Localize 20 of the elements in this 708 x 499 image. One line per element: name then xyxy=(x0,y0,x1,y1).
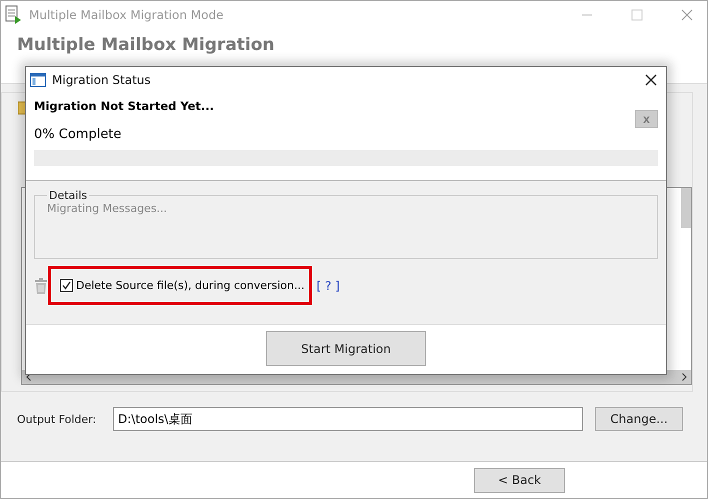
trash-icon xyxy=(35,278,47,294)
change-button[interactable]: Change... xyxy=(595,407,683,431)
start-migration-button[interactable]: Start Migration xyxy=(266,331,426,366)
details-text: Migrating Messages... xyxy=(47,202,168,215)
back-button[interactable]: < Back xyxy=(474,468,565,492)
window-title: Multiple Mailbox Migration Mode xyxy=(29,8,224,22)
window-icon xyxy=(30,72,46,86)
status-heading: Migration Not Started Yet... xyxy=(34,99,214,113)
page-title: Multiple Mailbox Migration xyxy=(17,35,276,55)
checkbox[interactable] xyxy=(60,279,73,292)
help-link[interactable]: [ ? ] xyxy=(316,278,340,292)
dialog-title: Migration Status xyxy=(52,72,151,86)
close-icon[interactable] xyxy=(645,74,657,86)
group-label: Details xyxy=(48,189,88,202)
checkbox-label: Delete Source file(s), during conversion... xyxy=(76,279,304,292)
field-label: Output Folder: xyxy=(17,412,98,426)
document-icon xyxy=(5,5,23,25)
progress-text: 0% Complete xyxy=(34,127,122,142)
output-folder-field[interactable]: D:\tools\桌面 xyxy=(113,407,583,431)
scrollbar[interactable] xyxy=(681,188,691,228)
